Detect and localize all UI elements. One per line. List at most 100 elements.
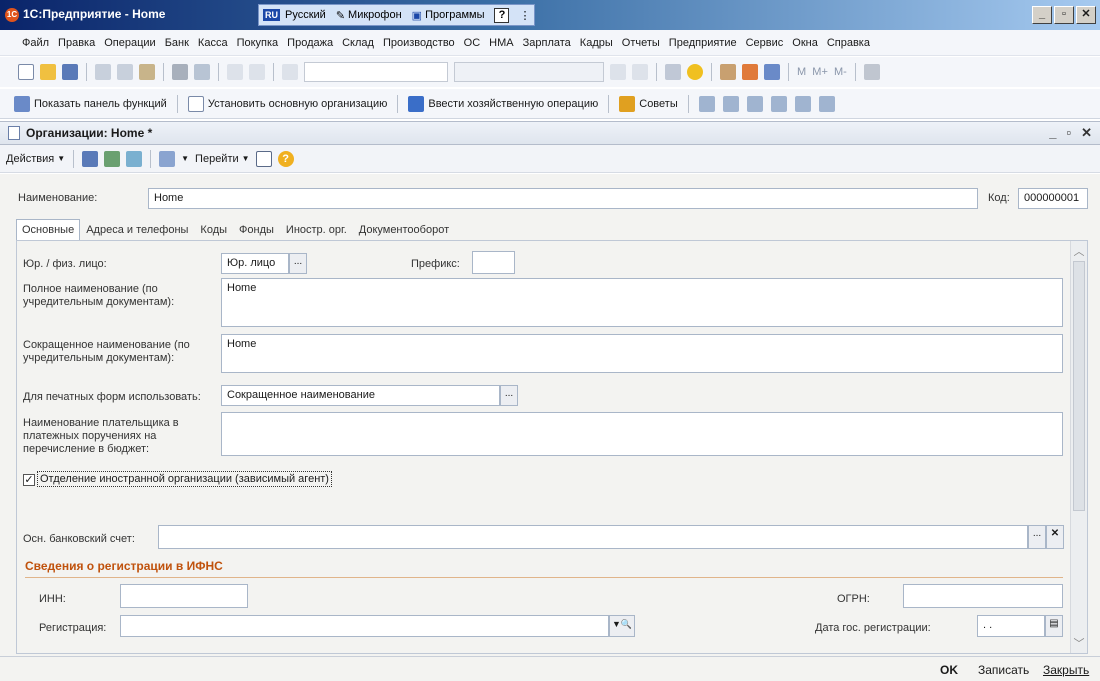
close-form-button[interactable]: Закрыть (1043, 663, 1089, 677)
journal-icon[interactable] (746, 95, 763, 112)
menu-item[interactable]: ОС (464, 37, 481, 49)
menu-item[interactable]: Касса (198, 37, 228, 49)
bank-account-clear-icon[interactable]: ✕ (1046, 525, 1064, 549)
form-tab[interactable]: Основные (16, 219, 81, 240)
scroll-down-icon[interactable]: ﹀ (1071, 635, 1087, 651)
menu-item[interactable]: Зарплата (523, 37, 571, 49)
menu-item[interactable]: Продажа (287, 37, 333, 49)
structure-icon[interactable] (255, 150, 272, 167)
menu-item[interactable]: Покупка (237, 37, 279, 49)
menu-item[interactable]: Производство (383, 37, 455, 49)
memory-buttons[interactable]: M M+ M- (797, 66, 847, 78)
open-folder-icon[interactable] (40, 64, 56, 80)
new-document-icon[interactable] (18, 64, 34, 80)
write-icon[interactable] (104, 150, 121, 167)
tools-icon[interactable] (863, 64, 880, 80)
document-restore-button[interactable]: ▫ (1066, 125, 1071, 141)
journal-icon[interactable] (818, 95, 835, 112)
search-icon[interactable] (282, 64, 298, 80)
registration-dropdown-search-icon[interactable]: ▼🔍 (609, 615, 635, 637)
short-name-field[interactable]: Home (221, 334, 1063, 373)
scroll-up-icon[interactable]: ︿ (1071, 243, 1087, 259)
journal-icon[interactable] (770, 95, 787, 112)
form-tab[interactable]: Коды (194, 219, 233, 240)
menu-item[interactable]: Кадры (580, 37, 613, 49)
registration-date-field[interactable]: . . (977, 615, 1045, 637)
find-prev-icon[interactable] (632, 64, 648, 80)
form-tab[interactable]: Документооборот (353, 219, 455, 240)
goto-menu-button[interactable]: Перейти ▼ (195, 153, 250, 165)
close-button[interactable]: ✕ (1076, 6, 1096, 24)
form-tab[interactable]: Фонды (233, 219, 280, 240)
scrollbar-thumb[interactable] (1073, 261, 1085, 511)
registration-field[interactable] (120, 615, 609, 637)
foreign-org-checkbox[interactable]: ✓ (23, 474, 35, 486)
payer-name-field[interactable] (221, 412, 1063, 456)
journal-icon[interactable] (698, 95, 715, 112)
reread-icon[interactable] (126, 150, 143, 167)
tips-button[interactable]: Советы (619, 95, 678, 112)
menu-item[interactable]: Сервис (746, 37, 784, 49)
language-bar-options-icon[interactable]: ⋮ (519, 9, 530, 22)
ogrn-field[interactable] (903, 584, 1063, 608)
name-field[interactable]: Home (148, 188, 978, 209)
menu-item[interactable]: Банк (165, 37, 189, 49)
menu-item[interactable]: Операции (104, 37, 155, 49)
full-name-field[interactable]: Home (221, 278, 1063, 327)
print-forms-select-button[interactable]: ... (500, 385, 518, 406)
copy-icon[interactable] (117, 64, 133, 80)
microphone-button[interactable]: ✎ Микрофон (336, 9, 402, 22)
search-input[interactable] (304, 62, 448, 82)
menu-item[interactable]: Склад (342, 37, 374, 49)
form-tab[interactable]: Иностр. орг. (280, 219, 353, 240)
form-tab[interactable]: Адреса и телефоны (80, 219, 194, 240)
menu-item[interactable]: Правка (58, 37, 95, 49)
actions-menu-button[interactable]: Действия ▼ (6, 153, 65, 165)
ok-button[interactable]: OK (940, 663, 958, 677)
paste-icon[interactable] (139, 64, 155, 80)
set-main-organization-button[interactable]: Установить основную организацию (187, 95, 387, 112)
journal-icon[interactable] (794, 95, 811, 112)
menu-item[interactable]: НМА (489, 37, 513, 49)
menu-item[interactable]: Файл (22, 37, 49, 49)
menu-item[interactable]: Отчеты (622, 37, 660, 49)
calendar-icon[interactable]: ▤ (1045, 615, 1063, 637)
menu-item[interactable]: Справка (827, 37, 870, 49)
based-on-icon[interactable] (159, 150, 176, 167)
calculator-icon[interactable] (720, 64, 736, 80)
language-help-icon[interactable]: ? (494, 7, 510, 23)
print-icon[interactable] (172, 64, 188, 80)
form-scrollbar[interactable]: ︿ ﹀ (1070, 241, 1087, 653)
entity-type-select-button[interactable]: ... (289, 253, 307, 274)
redo-icon[interactable] (249, 64, 265, 80)
entity-type-field[interactable]: Юр. лицо (221, 253, 289, 274)
menu-item[interactable]: Предприятие (669, 37, 737, 49)
undo-icon[interactable] (227, 64, 243, 80)
users-icon[interactable] (764, 64, 780, 80)
cut-icon[interactable] (95, 64, 111, 80)
maximize-button[interactable]: ▫ (1054, 6, 1074, 24)
show-function-panel-button[interactable]: Показать панель функций (14, 95, 167, 112)
document-close-button[interactable]: ✕ (1081, 125, 1092, 141)
save-button[interactable]: Записать (978, 663, 1029, 677)
calendar-icon[interactable] (742, 64, 758, 80)
info-icon[interactable] (687, 64, 703, 80)
print-preview-icon[interactable] (194, 64, 210, 80)
bank-account-field[interactable] (158, 525, 1028, 549)
save-close-icon[interactable] (82, 150, 99, 167)
language-switch[interactable]: RU Русский (263, 9, 326, 21)
minimize-button[interactable]: _ (1032, 6, 1052, 24)
inn-field[interactable] (120, 584, 248, 608)
help-icon[interactable]: ? (277, 150, 294, 167)
find-next-icon[interactable] (610, 64, 626, 80)
window-list-icon[interactable] (665, 64, 681, 80)
search-scope-select[interactable] (454, 62, 604, 82)
enter-business-operation-button[interactable]: Ввести хозяйственную операцию (408, 95, 598, 112)
document-minimize-button[interactable]: _ (1049, 125, 1056, 141)
journal-icon[interactable] (722, 95, 739, 112)
chevron-down-icon[interactable]: ▼ (181, 154, 189, 163)
bank-account-select-button[interactable]: ... (1028, 525, 1046, 549)
code-field[interactable]: 000000001 (1018, 188, 1088, 209)
save-icon[interactable] (62, 64, 78, 80)
foreign-org-checkbox-label[interactable]: Отделение иностранной организации (завис… (37, 471, 332, 487)
